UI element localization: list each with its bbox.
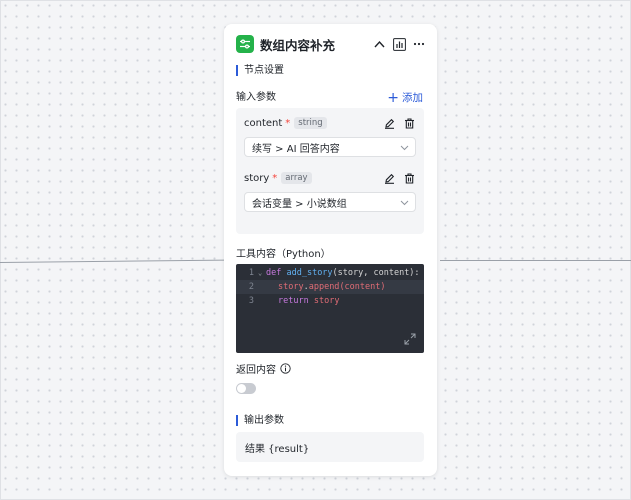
code-token: story <box>313 296 340 306</box>
edit-icon[interactable] <box>382 171 396 185</box>
bar-chart-icon[interactable] <box>391 36 407 52</box>
output-param-value: 结果 {result} <box>245 443 310 455</box>
output-param-item: 结果 {result} <box>236 432 424 462</box>
code-editor[interactable]: 1 ⌄ def add_story (story, content): 2 sto… <box>236 264 424 353</box>
input-params-panel: content * string 续写 > AI 回答内容 story * ar… <box>236 108 424 234</box>
toggle-knob <box>237 384 246 393</box>
workflow-node-card[interactable]: 数组内容补充 节点设置 输入参数 + 添加 content * string 续… <box>224 24 437 476</box>
line-number: 3 <box>248 296 254 306</box>
param-value-select-content[interactable]: 续写 > AI 回答内容 <box>244 137 416 157</box>
input-params-label: 输入参数 <box>236 92 276 103</box>
required-marker: * <box>285 117 291 129</box>
select-value: 续写 > AI 回答内容 <box>252 143 340 155</box>
code-line: 2 story. append (content) <box>236 280 424 294</box>
param-type-badge: array <box>281 172 312 184</box>
code-token: (content) <box>339 282 386 292</box>
code-token: story <box>278 282 304 292</box>
param-name: story <box>244 172 270 184</box>
add-param-button[interactable]: + 添加 <box>387 90 423 105</box>
connection-edge-right[interactable] <box>440 260 631 261</box>
code-token: return <box>278 296 309 306</box>
node-settings-title: 节点设置 <box>236 65 284 76</box>
param-name: content <box>244 117 283 129</box>
trash-icon[interactable] <box>402 116 416 130</box>
tool-content-label: 工具内容（Python） <box>236 249 331 260</box>
trash-icon[interactable] <box>402 171 416 185</box>
node-title: 数组内容补充 <box>260 37 336 53</box>
edit-icon[interactable] <box>382 116 396 130</box>
code-token: append <box>308 282 340 292</box>
param-type-badge: string <box>294 117 327 129</box>
param-row-story: story * array <box>244 170 416 186</box>
line-number: 2 <box>248 282 254 292</box>
chevron-up-icon[interactable] <box>371 36 387 52</box>
return-content-row: 返回内容 <box>236 361 291 376</box>
chevron-down-icon <box>400 200 409 206</box>
line-number: 1 <box>248 268 254 278</box>
param-row-content: content * string <box>244 115 416 131</box>
add-param-label: 添加 <box>402 92 423 104</box>
param-value-select-story[interactable]: 会话变量 > 小说数组 <box>244 192 416 212</box>
node-header: 数组内容补充 <box>236 34 427 54</box>
required-marker: * <box>272 172 278 184</box>
code-line: 3 return story <box>236 294 424 308</box>
plus-icon: + <box>387 89 399 106</box>
sliders-icon <box>236 35 254 53</box>
code-line: 1 ⌄ def add_story (story, content): <box>236 266 424 280</box>
expand-icon[interactable] <box>404 333 416 345</box>
fold-icon[interactable]: ⌄ <box>258 269 266 277</box>
code-token: add_story <box>286 268 333 278</box>
select-value: 会话变量 > 小说数组 <box>252 198 347 210</box>
return-content-toggle[interactable] <box>236 383 256 394</box>
code-token: (story, content): <box>332 268 420 278</box>
code-token: def <box>266 268 282 278</box>
more-icon[interactable] <box>411 36 427 52</box>
output-params-title: 输出参数 <box>236 415 284 426</box>
info-icon[interactable] <box>280 363 291 374</box>
return-content-label: 返回内容 <box>236 365 276 376</box>
chevron-down-icon <box>400 145 409 151</box>
